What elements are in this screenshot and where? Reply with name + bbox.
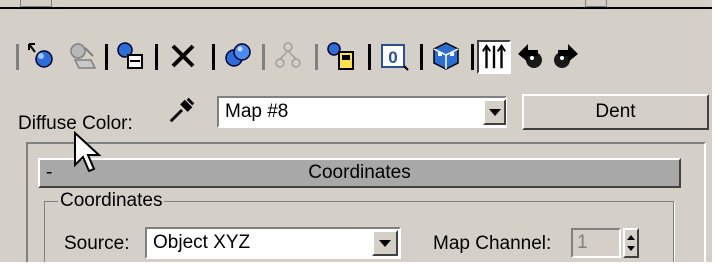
make-material-copy-icon[interactable] [221, 39, 255, 73]
toolbar-separator [105, 44, 108, 70]
go-to-parent-icon[interactable] [513, 39, 547, 73]
spinner-arrows-icon [627, 235, 635, 251]
toolbar-separator [368, 44, 371, 70]
toolbar-separator [315, 44, 318, 70]
toolbar-separator [212, 44, 215, 70]
top-scroll-left-button[interactable] [20, 0, 52, 7]
toolbar-separator [471, 44, 474, 70]
map-channel-spinner[interactable] [623, 228, 639, 258]
source-dropdown[interactable]: Object XYZ [145, 227, 401, 259]
material-effects-channel-icon[interactable]: 0 [377, 39, 411, 73]
put-material-to-scene-icon[interactable] [66, 39, 100, 73]
show-map-in-viewport-icon[interactable] [429, 39, 463, 73]
reset-map-icon[interactable] [166, 39, 200, 73]
assign-material-to-selection-icon[interactable] [113, 39, 147, 73]
toolbar-separator [420, 44, 423, 70]
eyedropper-icon[interactable] [167, 95, 197, 125]
map-name-dropdown-button[interactable] [483, 99, 506, 125]
source-dropdown-button[interactable] [372, 230, 398, 256]
toolbar-separator [16, 44, 19, 70]
chevron-down-icon [488, 108, 501, 116]
chevron-down-icon [379, 239, 391, 247]
rollout-title: Coordinates [308, 162, 411, 183]
map-channel-field[interactable]: 1 [571, 228, 621, 258]
top-scroll-right-button[interactable] [585, 0, 607, 7]
pick-material-from-object-icon[interactable] [24, 39, 58, 73]
coordinates-group-title: Coordinates [58, 190, 165, 212]
map-channel-label: Map Channel: [433, 233, 552, 254]
svg-text:0: 0 [388, 48, 397, 67]
toolbar-separator [262, 44, 265, 70]
coordinates-rollout-header[interactable]: - Coordinates [38, 158, 681, 188]
go-forward-to-sibling-icon[interactable] [549, 39, 583, 73]
make-unique-icon[interactable] [271, 39, 305, 73]
toolbar-separator [155, 44, 158, 70]
map-name-field[interactable]: Map #8 [217, 96, 507, 128]
top-divider [0, 7, 712, 9]
mouse-cursor-icon [74, 131, 101, 173]
source-label: Source: [64, 233, 130, 254]
show-end-result-icon[interactable] [477, 40, 511, 74]
material-editor-panel: 0 Diffuse Color: Map #8 Dent - Coordinat… [0, 0, 712, 262]
put-to-library-icon[interactable] [324, 39, 358, 73]
map-type-button[interactable]: Dent [522, 94, 709, 130]
